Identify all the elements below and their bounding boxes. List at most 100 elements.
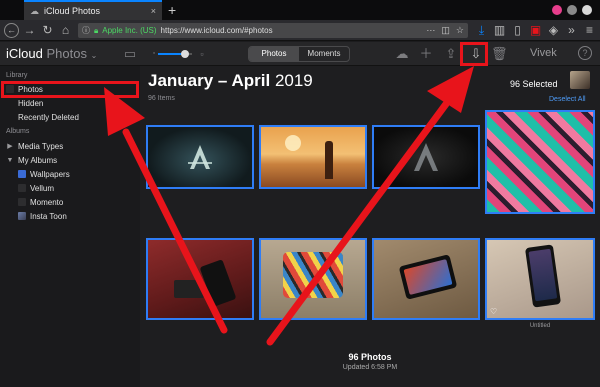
app-name: Photos bbox=[46, 46, 87, 61]
momento-thumbnail bbox=[18, 198, 26, 206]
sidebar-item-label: Vellum bbox=[30, 183, 55, 193]
photo-desert-sunset[interactable] bbox=[259, 125, 367, 189]
sidebar-item-wallpapers[interactable]: Wallpapers bbox=[0, 168, 140, 180]
chevron-right-icon[interactable]: ▶ bbox=[6, 142, 14, 150]
photo-phone-in-hand[interactable]: ♡ bbox=[485, 238, 595, 320]
lock-icon: 🔒︎ bbox=[94, 25, 99, 35]
photo-phone-on-bed[interactable] bbox=[146, 238, 254, 320]
menu-icon[interactable]: ≡ bbox=[582, 23, 597, 38]
creed-logo-icon bbox=[414, 143, 438, 171]
selection-thumbnail bbox=[570, 71, 590, 89]
help-icon[interactable]: ? bbox=[578, 46, 592, 60]
selection-count: 96 Selected bbox=[510, 79, 558, 89]
bookmark-star-icon[interactable]: ☆ bbox=[456, 25, 464, 36]
sidebar-item-recently-deleted[interactable]: Recently Deleted bbox=[0, 111, 140, 123]
extension-icon[interactable]: ▣ bbox=[528, 23, 543, 38]
sun-shape bbox=[285, 135, 301, 151]
zoom-slider[interactable] bbox=[158, 50, 192, 58]
chevron-down-icon[interactable]: ▼ bbox=[6, 157, 14, 164]
sidebar-item-label: Photos bbox=[18, 84, 43, 94]
reload-icon[interactable]: ↻ bbox=[40, 23, 55, 38]
trash-icon[interactable]: 🗑︎ bbox=[491, 46, 508, 62]
sidebar-item-my-albums[interactable]: ▼ My Albums bbox=[0, 154, 140, 166]
address-bar[interactable]: ⓘ 🔒︎ Apple Inc. (US) https://www.icloud.… bbox=[78, 23, 468, 38]
title-year: 2019 bbox=[274, 71, 313, 90]
sidebar-item-label: Hidden bbox=[18, 98, 44, 108]
sidebar-item-label: Recently Deleted bbox=[18, 112, 79, 122]
large-size-icon: ▫ bbox=[200, 49, 204, 59]
sidebar-item-hidden[interactable]: Hidden bbox=[0, 97, 140, 109]
photos-segment[interactable]: Photos bbox=[249, 47, 299, 61]
browser-nav-bar: ← → ↻ ⌂ ⓘ 🔒︎ Apple Inc. (US) https://www… bbox=[0, 20, 600, 41]
albums-heading: Albums bbox=[6, 128, 30, 135]
sidebar-item-label: My Albums bbox=[18, 155, 58, 165]
browser-tab-bar: ☁ iCloud Photos × + bbox=[0, 0, 600, 20]
maximize-window-button[interactable] bbox=[567, 5, 577, 15]
back-icon[interactable]: ← bbox=[4, 23, 19, 38]
sidebar-item-photos[interactable]: Photos bbox=[0, 83, 140, 95]
phone-shape bbox=[398, 254, 458, 300]
minimize-window-button[interactable] bbox=[552, 5, 562, 15]
brand-name: iCloud bbox=[6, 46, 43, 61]
favorite-heart-icon[interactable]: ♡ bbox=[490, 307, 497, 316]
sidebar-item-momento[interactable]: Momento bbox=[0, 196, 140, 208]
pocket-icon[interactable]: ◫ bbox=[441, 25, 450, 36]
phone-screen bbox=[403, 259, 453, 295]
phone-shape bbox=[199, 259, 237, 307]
home-icon[interactable]: ⌂ bbox=[58, 23, 73, 38]
sidebar-item-label: Wallpapers bbox=[30, 169, 70, 179]
close-window-button[interactable] bbox=[582, 5, 592, 15]
download-from-cloud-icon[interactable]: ⇩ bbox=[468, 46, 484, 62]
chevron-down-icon[interactable]: ⌄ bbox=[91, 51, 98, 60]
photo-creed-logo-dark[interactable] bbox=[146, 125, 254, 189]
sidebar-item-insta-toon[interactable]: Insta Toon bbox=[0, 210, 140, 222]
user-name[interactable]: Vivek bbox=[530, 47, 557, 59]
footer-photo-count: 96 Photos bbox=[348, 352, 392, 362]
zoom-slider-knob[interactable] bbox=[181, 50, 189, 58]
recently-deleted-icon bbox=[6, 113, 14, 121]
extension-2-icon[interactable]: ◈ bbox=[546, 23, 561, 38]
moments-segment[interactable]: Moments bbox=[299, 47, 349, 61]
new-tab-button[interactable]: + bbox=[168, 2, 176, 18]
phone-case-shape bbox=[283, 252, 343, 298]
more-icon[interactable]: ··· bbox=[426, 25, 435, 36]
photo-phone-cartoon-case[interactable] bbox=[259, 238, 367, 320]
tab-close-icon[interactable]: × bbox=[151, 6, 156, 16]
hidden-album-icon bbox=[6, 99, 14, 107]
library-icon[interactable]: ▥ bbox=[492, 23, 507, 38]
page-title: January – April 2019 bbox=[148, 71, 313, 91]
url-text[interactable]: https://www.icloud.com/#photos bbox=[161, 26, 273, 35]
photo-phone-on-desk[interactable] bbox=[372, 238, 480, 320]
phone-shape bbox=[174, 280, 204, 298]
view-segmented-control: Photos Moments bbox=[248, 46, 350, 62]
figure-silhouette bbox=[325, 141, 333, 179]
sidebar: Library Photos Hidden Recently Deleted A… bbox=[0, 66, 140, 387]
phone-screen bbox=[528, 248, 558, 302]
forward-icon[interactable]: → bbox=[22, 23, 37, 38]
photo-grid-area: January – April 2019 96 Items 96 Selecte… bbox=[140, 66, 600, 387]
insta-toon-thumbnail bbox=[18, 212, 26, 220]
share-icon[interactable]: ⇪ bbox=[443, 46, 459, 62]
sidebar-toggle-icon[interactable]: ▭ bbox=[122, 46, 138, 62]
sidebar-icon[interactable]: ▯ bbox=[510, 23, 525, 38]
download-icon[interactable]: ⤓ bbox=[474, 23, 489, 38]
info-icon[interactable]: ⓘ bbox=[82, 25, 90, 36]
icloud-photos-app: iCloud Photos ⌄ ▭ ▫ ▫ Photos Moments ☁ ＋… bbox=[0, 42, 600, 387]
vellum-thumbnail bbox=[18, 184, 26, 192]
photo-tropical-leaves[interactable] bbox=[485, 110, 595, 214]
library-heading: Library bbox=[6, 72, 28, 79]
overflow-icon[interactable]: » bbox=[564, 23, 579, 38]
upload-icon[interactable]: ☁ bbox=[394, 46, 410, 62]
footer-updated-time: Updated 6:58 PM bbox=[342, 364, 398, 371]
sidebar-item-label: Insta Toon bbox=[30, 211, 67, 221]
tab-title: iCloud Photos bbox=[44, 6, 101, 16]
sidebar-item-media-types[interactable]: ▶ Media Types bbox=[0, 140, 140, 152]
site-identity[interactable]: Apple Inc. (US) bbox=[102, 26, 156, 35]
sidebar-item-vellum[interactable]: Vellum bbox=[0, 182, 140, 194]
photo-creed-logo-black[interactable] bbox=[372, 125, 480, 189]
wallpapers-thumbnail bbox=[18, 170, 26, 178]
deselect-all-link[interactable]: Deselect All bbox=[549, 96, 586, 103]
add-icon[interactable]: ＋ bbox=[418, 46, 434, 62]
browser-tab[interactable]: ☁ iCloud Photos × bbox=[24, 0, 162, 20]
app-title[interactable]: iCloud Photos ⌄ bbox=[6, 46, 97, 61]
